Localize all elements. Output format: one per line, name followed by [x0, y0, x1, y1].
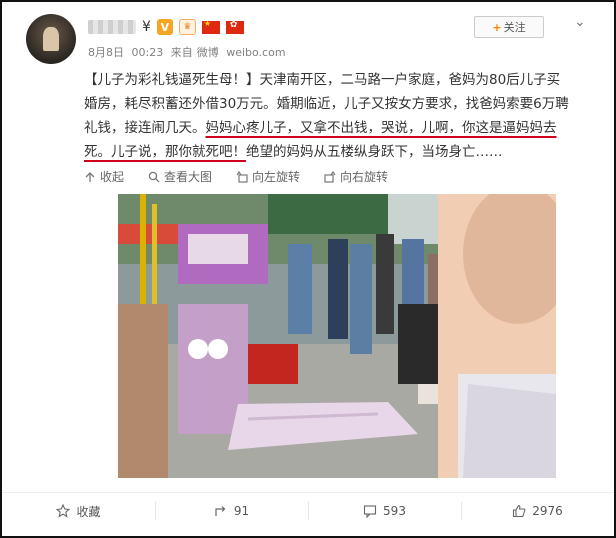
rotate-right-icon: [324, 170, 336, 183]
comment-count: 593: [383, 504, 406, 518]
post-date[interactable]: 8月8日: [88, 46, 124, 59]
image-toolbar: 收起 查看大图 向左旋转 向右旋转: [84, 168, 388, 185]
weibo-post-card: ¥ V ♛ 8月8日 00:23 来自微博 weibo.com + 关注 ⌄ 【…: [0, 0, 616, 538]
action-bar: 收藏 91 593 2976: [2, 492, 614, 529]
text-segment: 礼钱，接连闹几天。: [84, 120, 206, 136]
text-segment: 婚房，耗尽积蓄还外借30万元。婚期临近，儿子又按女方要求，找爸妈索要6万聘: [84, 96, 569, 112]
search-icon: [148, 171, 160, 182]
favorite-label: 收藏: [76, 504, 101, 519]
street-scene-image: [118, 194, 556, 478]
repost-button[interactable]: 91: [155, 493, 308, 529]
text-segment: 绝望的妈妈从五楼纵身跃下，当场身亡……: [246, 144, 503, 160]
comment-button[interactable]: 593: [308, 493, 461, 529]
repost-count: 91: [233, 504, 250, 518]
collapse-button[interactable]: 收起: [84, 168, 124, 185]
follow-label: 关注: [503, 21, 526, 34]
post-line-1: 【儿子为彩礼钱逼死生母！】天津南开区，二马路一户家庭，爸妈为80后儿子买: [84, 68, 584, 92]
china-flag-icon: [201, 19, 220, 34]
hongkong-flag-icon: [225, 20, 244, 34]
underlined-segment: 死。: [84, 144, 111, 160]
post-source[interactable]: 微博: [197, 46, 219, 59]
source-prefix: 来自: [170, 46, 193, 59]
author-row: ¥ V ♛: [88, 16, 244, 38]
rotate-left-button[interactable]: 向左旋转: [236, 168, 300, 185]
post-time[interactable]: 00:23: [132, 46, 164, 59]
chevron-down-icon[interactable]: ⌄: [574, 14, 586, 30]
underlined-segment: 妈妈心疼儿子，又拿不出钱，哭说，儿啊，你这是逼妈妈去: [205, 120, 557, 136]
post-line-4: 死。儿子说，那你就死吧！绝望的妈妈从五楼纵身跃下，当场身亡……: [84, 140, 584, 164]
view-large-button[interactable]: 查看大图: [148, 168, 212, 185]
watermark-domain: weibo.com: [226, 46, 286, 59]
post-line-3: 礼钱，接连闹几天。妈妈心疼儿子，又拿不出钱，哭说，儿啊，你这是逼妈妈去: [84, 116, 584, 140]
post-line-2: 婚房，耗尽积蓄还外借30万元。婚期临近，儿子又按女方要求，找爸妈索要6万聘: [84, 92, 584, 116]
like-icon: [513, 504, 526, 518]
star-icon: [56, 504, 71, 518]
plus-icon: +: [492, 20, 502, 34]
like-count: 2976: [532, 504, 563, 518]
repost-icon: [215, 506, 226, 516]
favorite-button[interactable]: 收藏: [2, 493, 155, 529]
rotate-left-label: 向左旋转: [252, 170, 301, 184]
like-button[interactable]: 2976: [461, 493, 614, 529]
collapse-label: 收起: [100, 170, 125, 184]
comment-icon: [363, 505, 377, 518]
username-tail[interactable]: ¥: [142, 19, 151, 35]
blurred-username[interactable]: [88, 20, 136, 34]
text-segment: 【儿子为彩礼钱逼死生母！】天津南开区，二马路一户家庭，爸妈为80后儿子买: [84, 72, 561, 88]
post-photo[interactable]: [118, 194, 556, 478]
view-large-label: 查看大图: [164, 170, 213, 184]
underlined-segment: 儿子说，那你就死吧！: [111, 144, 246, 160]
collapse-icon: [85, 171, 95, 182]
rotate-left-icon: [236, 170, 248, 183]
rotate-right-label: 向右旋转: [340, 170, 389, 184]
post-meta: 8月8日 00:23 来自 微博 weibo.com: [88, 44, 290, 60]
verified-v-icon: V: [156, 19, 173, 35]
vip-icon: ♛: [178, 19, 196, 35]
rotate-right-button[interactable]: 向右旋转: [324, 168, 388, 185]
avatar[interactable]: [26, 14, 76, 64]
follow-button[interactable]: + 关注: [474, 16, 544, 38]
post-text: 【儿子为彩礼钱逼死生母！】天津南开区，二马路一户家庭，爸妈为80后儿子买 婚房，…: [84, 68, 584, 164]
